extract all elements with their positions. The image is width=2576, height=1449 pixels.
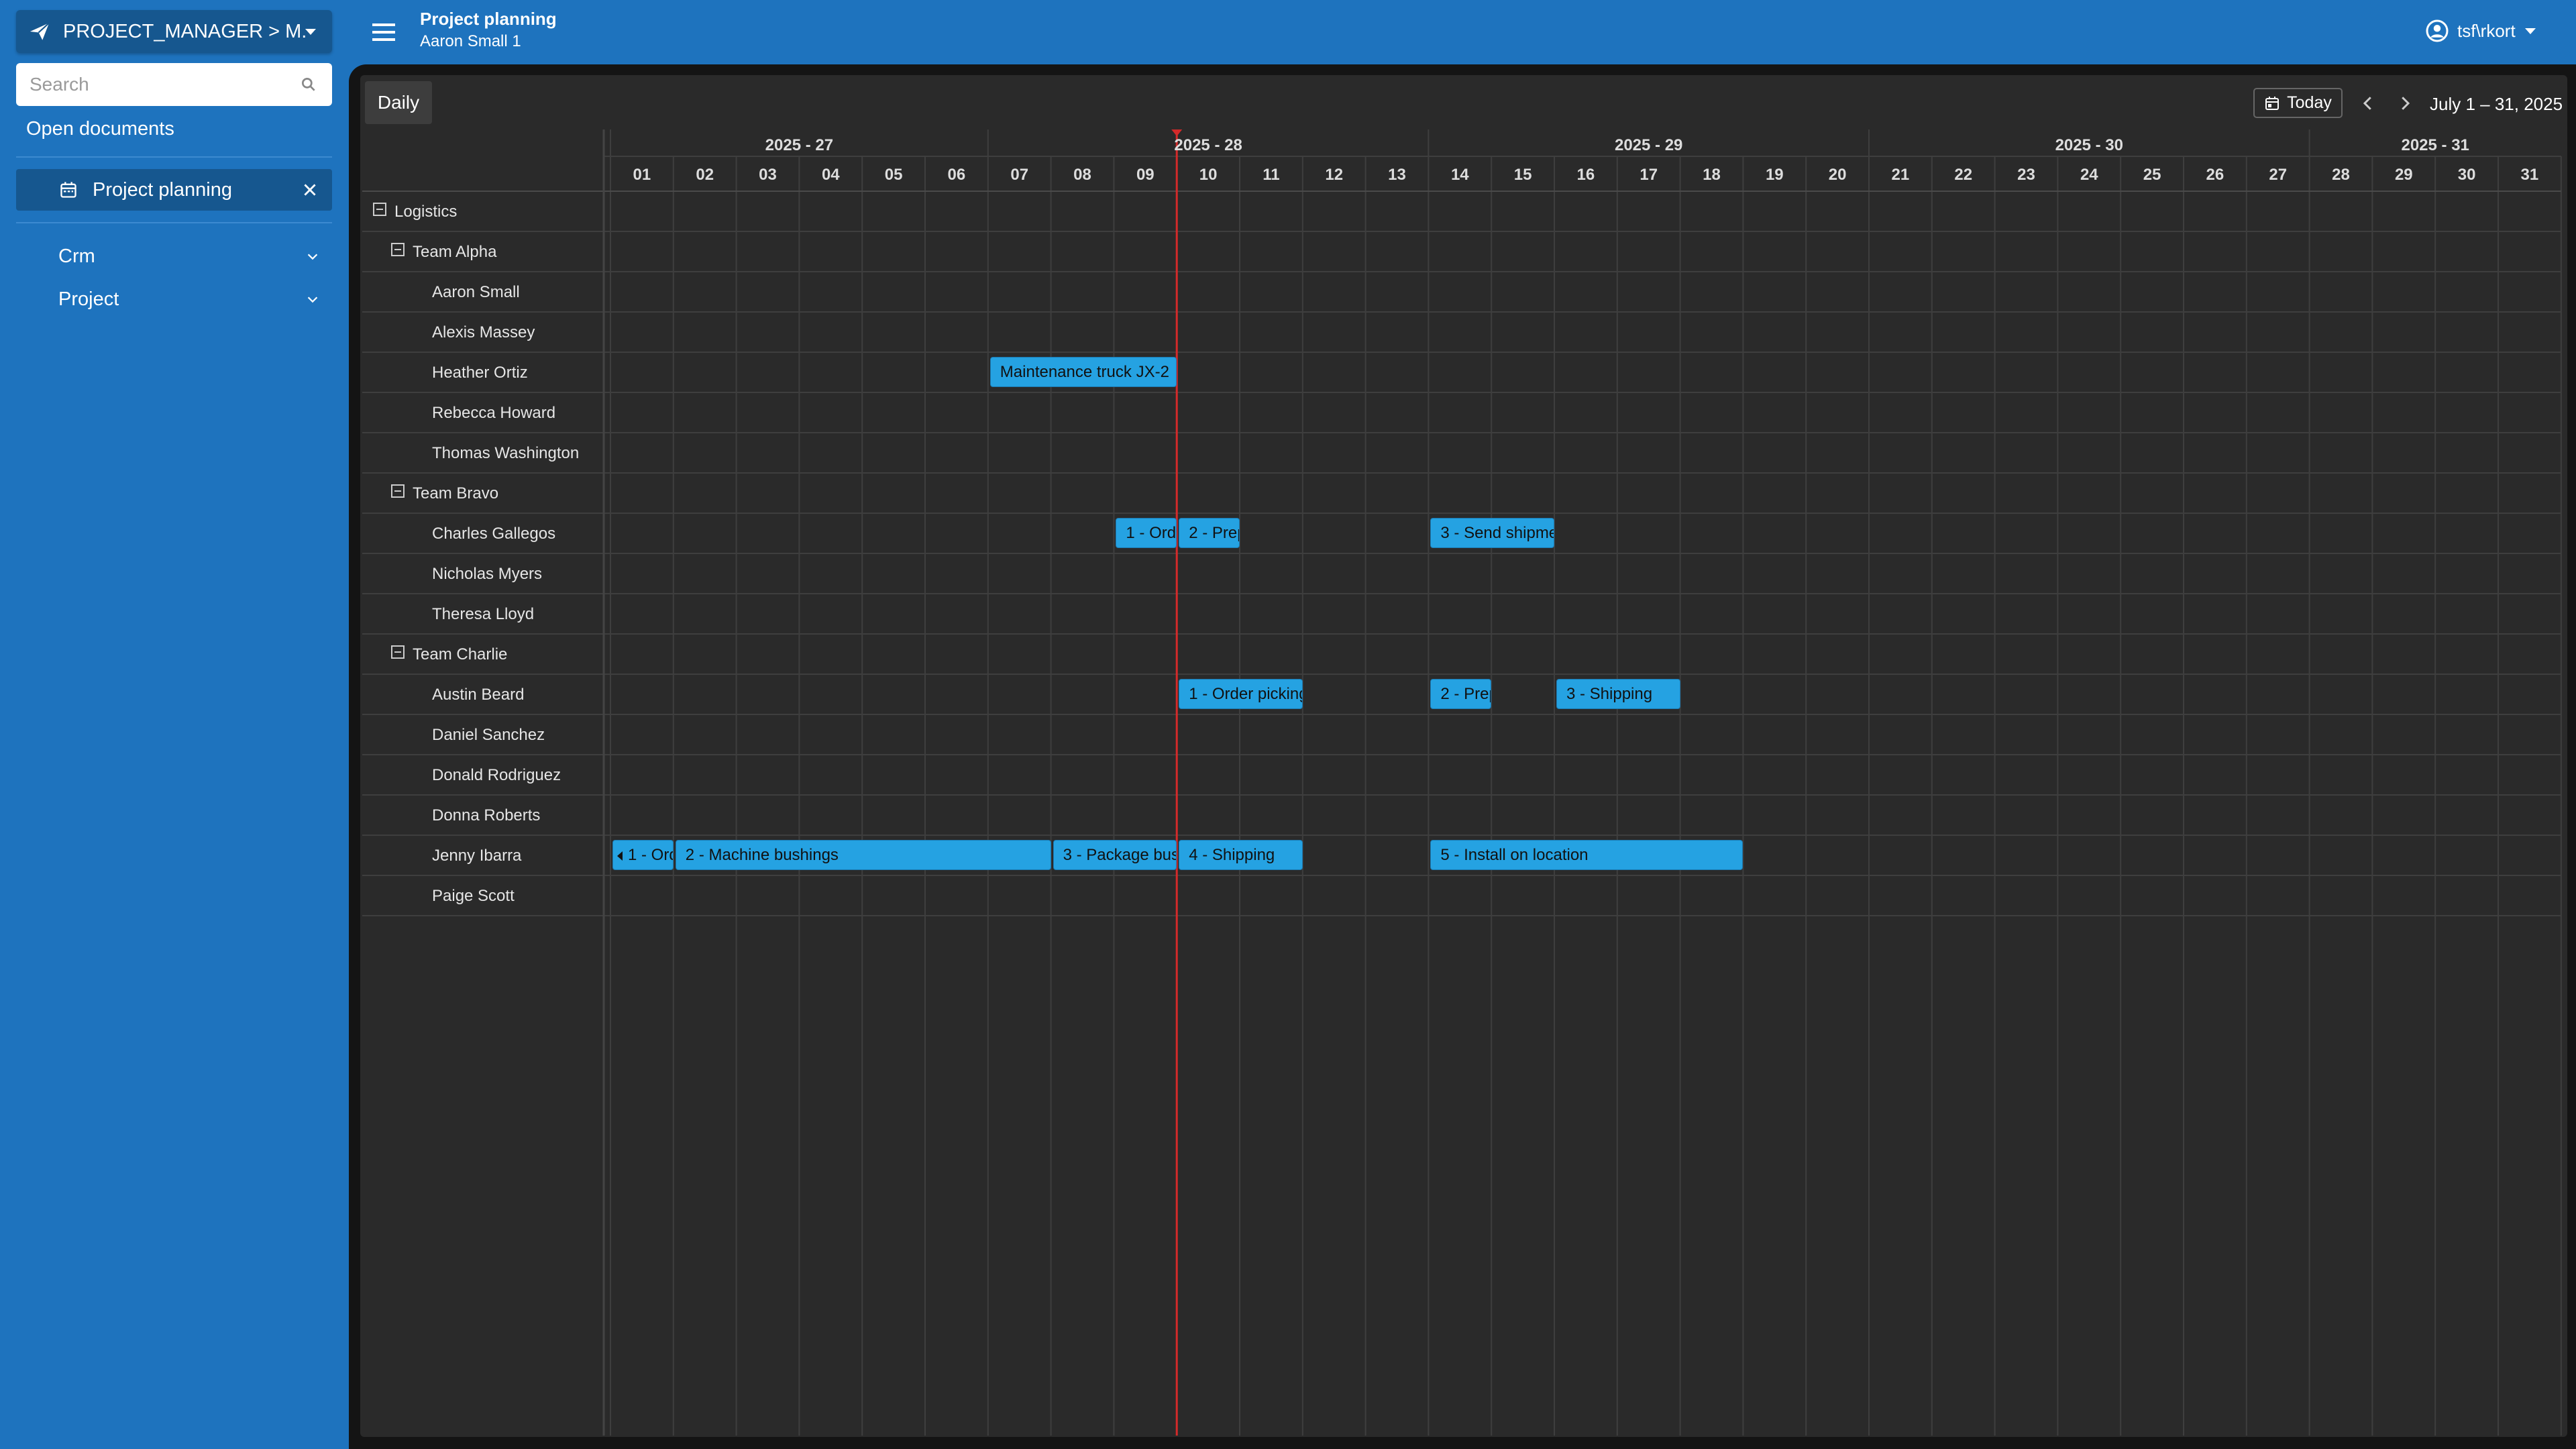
group-row-label[interactable]: Team Charlie xyxy=(413,645,507,664)
resource-row-label[interactable]: Alexis Massey xyxy=(432,323,535,342)
event-bar[interactable]: 2 - Machine bushings xyxy=(675,840,1051,870)
event-bar[interactable]: 3 - Send shipment xyxy=(1430,518,1554,548)
resource-row-label[interactable]: Thomas Washington xyxy=(432,444,579,463)
event-label: 2 - Prepare xyxy=(1440,685,1491,703)
day-label: 18 xyxy=(1703,166,1721,184)
day-label: 06 xyxy=(947,166,966,184)
week-label: 2025 - 28 xyxy=(1174,136,1242,154)
collapse-toggle-icon[interactable] xyxy=(391,484,405,498)
resource-row-label[interactable]: Nicholas Myers xyxy=(432,565,542,584)
week-label: 2025 - 31 xyxy=(2401,136,2469,154)
event-bar[interactable]: Maintenance truck JX-2 xyxy=(989,357,1177,387)
day-label: 30 xyxy=(2457,166,2476,184)
day-label: 05 xyxy=(884,166,903,184)
day-label: 28 xyxy=(2332,166,2350,184)
day-label: 17 xyxy=(1640,166,1658,184)
week-label: 2025 - 29 xyxy=(1614,136,1683,154)
event-label: 3 - Send shipment xyxy=(1440,524,1554,542)
day-label: 15 xyxy=(1513,166,1532,184)
event-bar[interactable]: 3 - Shipping xyxy=(1556,679,1680,709)
resource-row-label[interactable]: Paige Scott xyxy=(432,887,515,906)
day-label: 29 xyxy=(2394,166,2413,184)
event-bar[interactable]: 4 - Shipping xyxy=(1179,840,1303,870)
day-label: 23 xyxy=(2017,166,2035,184)
day-label: 22 xyxy=(1954,166,1973,184)
resource-row-label[interactable]: Jenny Ibarra xyxy=(432,847,521,865)
day-label: 21 xyxy=(1891,166,1910,184)
resource-row-label[interactable]: Donna Roberts xyxy=(432,806,540,825)
day-label: 14 xyxy=(1450,166,1469,184)
week-label: 2025 - 27 xyxy=(765,136,834,154)
day-label: 25 xyxy=(2143,166,2161,184)
resource-row-label[interactable]: Aaron Small xyxy=(432,283,520,302)
day-label: 19 xyxy=(1765,166,1784,184)
day-label: 13 xyxy=(1388,166,1406,184)
day-label: 10 xyxy=(1199,166,1218,184)
group-row-label[interactable]: Team Alpha xyxy=(413,243,496,262)
resource-row-label[interactable]: Donald Rodriguez xyxy=(432,766,561,785)
day-label: 20 xyxy=(1828,166,1847,184)
event-label: 1 - Order picking xyxy=(1189,685,1303,703)
event-bar[interactable]: 2 - Prepare xyxy=(1179,518,1240,548)
day-label: 02 xyxy=(696,166,714,184)
day-label: 11 xyxy=(1263,166,1280,184)
resource-row-label[interactable]: Charles Gallegos xyxy=(432,525,555,543)
continues-left-icon xyxy=(617,851,623,861)
resource-row-label[interactable]: Austin Beard xyxy=(432,686,524,704)
day-label: 31 xyxy=(2520,166,2539,184)
resource-row-label[interactable]: Theresa Lloyd xyxy=(432,605,534,624)
day-label: 24 xyxy=(2080,166,2098,184)
scheduler-grid xyxy=(362,129,2562,1436)
group-row-label[interactable]: Logistics xyxy=(394,203,457,221)
collapse-toggle-icon[interactable] xyxy=(391,645,405,659)
event-bar[interactable]: 1 - Order picking xyxy=(1116,518,1177,548)
event-label: 1 - Order picking xyxy=(1126,524,1177,542)
event-bar[interactable]: 2 - Prepare xyxy=(1430,679,1492,709)
event-label: 3 - Package bushings xyxy=(1063,846,1177,864)
event-label: Maintenance truck JX-2 xyxy=(1000,363,1169,381)
event-label: 5 - Install on location xyxy=(1440,846,1589,864)
collapse-toggle-icon[interactable] xyxy=(373,203,386,216)
day-label: 16 xyxy=(1576,166,1595,184)
resource-row-label[interactable]: Daniel Sanchez xyxy=(432,726,545,745)
group-row-label[interactable]: Team Bravo xyxy=(413,484,498,503)
day-label: 04 xyxy=(821,166,840,184)
day-label: 27 xyxy=(2269,166,2288,184)
day-label: 07 xyxy=(1010,166,1029,184)
event-bar[interactable]: 1 - Order picking xyxy=(1179,679,1303,709)
event-bar[interactable]: 1 - Order xyxy=(612,840,674,870)
resource-row-label[interactable]: Heather Ortiz xyxy=(432,364,528,382)
event-label: 2 - Machine bushings xyxy=(685,846,839,864)
event-bar[interactable]: 3 - Package bushings xyxy=(1053,840,1177,870)
day-label: 09 xyxy=(1136,166,1155,184)
event-label: 4 - Shipping xyxy=(1189,846,1275,864)
day-label: 26 xyxy=(2206,166,2224,184)
event-label: 3 - Shipping xyxy=(1566,685,1653,703)
event-label: 2 - Prepare xyxy=(1189,524,1239,542)
resource-row-label[interactable]: Rebecca Howard xyxy=(432,404,555,423)
day-label: 03 xyxy=(759,166,777,184)
event-bar[interactable]: 5 - Install on location xyxy=(1430,840,1743,870)
day-label: 08 xyxy=(1073,166,1091,184)
week-label: 2025 - 30 xyxy=(2055,136,2124,154)
collapse-toggle-icon[interactable] xyxy=(391,243,405,256)
day-label: 12 xyxy=(1325,166,1344,184)
day-label: 01 xyxy=(633,166,651,184)
event-label: 1 - Order xyxy=(628,846,673,864)
